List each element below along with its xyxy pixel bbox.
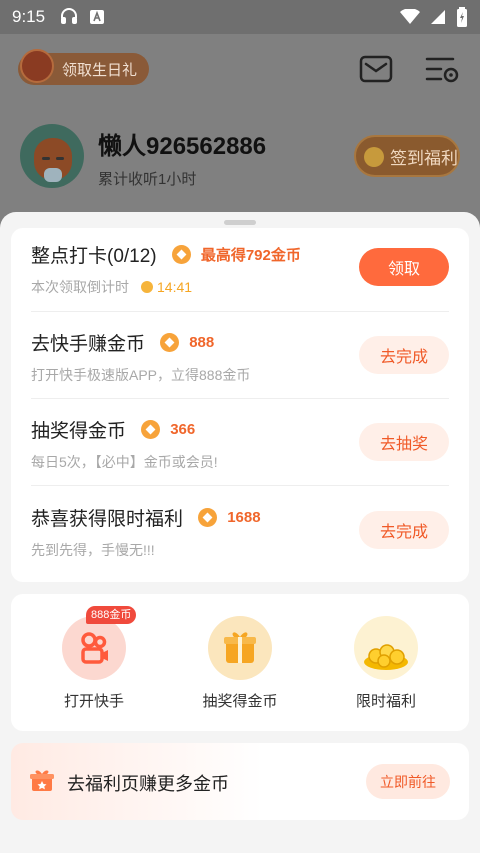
star-coin-icon	[364, 147, 384, 167]
mail-icon[interactable]	[359, 55, 393, 83]
status-time: 9:15	[12, 7, 46, 26]
headset-status-icon	[61, 8, 78, 24]
coin-icon	[198, 508, 218, 527]
battery-icon	[457, 7, 467, 27]
avatar-mouth	[44, 168, 62, 182]
shortcut-limited-welfare[interactable]: 限时福利	[326, 616, 446, 711]
task-reward: 最高得792金币	[200, 247, 301, 264]
divider	[31, 398, 449, 399]
gift-box-icon	[208, 616, 272, 680]
shortcut-lottery[interactable]: 抽奖得金币	[180, 616, 300, 711]
coin-icon	[171, 245, 191, 264]
clock-icon	[141, 281, 153, 293]
task-title: 抽奖得金币	[31, 421, 127, 442]
coin-badge: 888金币	[86, 606, 137, 624]
user-avatar[interactable]	[20, 124, 84, 188]
cake-icon	[20, 49, 54, 83]
coin-icon	[141, 420, 161, 439]
coin-icon	[160, 333, 180, 352]
birthday-gift-label: 领取生日礼	[62, 61, 138, 79]
checkin-welfare-button[interactable]: 签到福利	[354, 135, 460, 177]
a-status-icon	[90, 10, 105, 24]
signal-icon	[431, 10, 445, 24]
shortcut-label: 打开快手	[63, 693, 124, 710]
go-complete-button[interactable]: 去完成	[359, 336, 449, 374]
sheet-drag-handle[interactable]	[224, 220, 256, 225]
settings-list-icon[interactable]	[425, 55, 459, 85]
go-complete-button[interactable]: 去完成	[359, 511, 449, 549]
checkin-label: 签到福利	[390, 148, 458, 168]
kuaishou-icon	[62, 616, 126, 680]
task-title: 去快手赚金币	[31, 334, 146, 355]
welfare-banner[interactable]: 去福利页赚更多金币 立即前往	[11, 743, 469, 820]
status-bar: 9:15	[0, 0, 480, 34]
task-subtitle-text: 本次领取倒计时	[31, 279, 129, 295]
countdown-timer: 14:41	[157, 279, 193, 295]
banner-text: 去福利页赚更多金币	[67, 774, 229, 794]
listen-time: 累计收听1小时	[98, 171, 197, 188]
go-now-button[interactable]: 立即前往	[366, 764, 450, 799]
avatar-eye-right	[56, 157, 64, 160]
birthday-gift-button[interactable]: 领取生日礼	[18, 49, 150, 85]
divider	[31, 311, 449, 312]
task-title: 整点打卡(0/12)	[31, 246, 157, 267]
shortcut-label: 限时福利	[355, 693, 416, 710]
shortcut-label: 抽奖得金币	[202, 693, 278, 710]
task-reward: 888	[189, 334, 215, 351]
task-reward: 1688	[227, 509, 261, 526]
task-reward: 366	[170, 421, 196, 438]
go-lottery-button[interactable]: 去抽奖	[359, 423, 449, 461]
gold-coins-icon	[354, 616, 418, 680]
username: 懒人926562886	[98, 133, 267, 160]
gift-icon	[30, 770, 54, 791]
wifi-icon	[400, 9, 420, 24]
task-title: 恭喜获得限时福利	[31, 509, 184, 530]
avatar-eye-left	[42, 157, 50, 160]
claim-button[interactable]: 领取	[359, 248, 449, 286]
divider	[31, 485, 449, 486]
shortcut-open-kuaishou[interactable]: 打开快手	[34, 616, 154, 711]
